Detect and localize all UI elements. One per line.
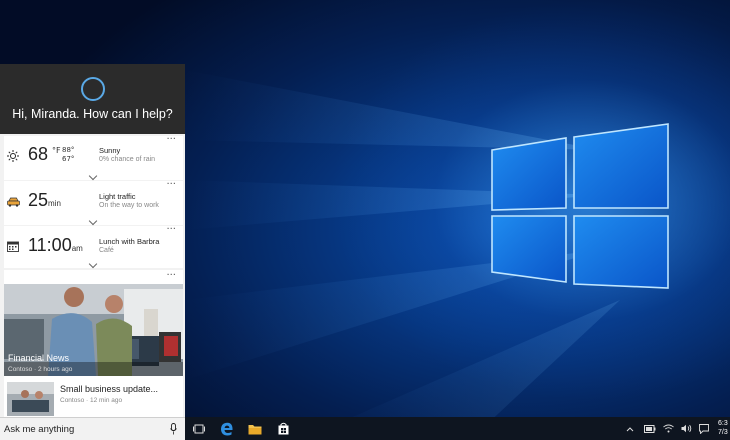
news-item-small-business-title: Small business update... bbox=[60, 384, 159, 394]
edge-icon bbox=[221, 422, 233, 435]
calendar-icon bbox=[7, 241, 19, 252]
traffic-more-button[interactable]: ··· bbox=[166, 180, 176, 190]
traffic-expand-chevron-icon[interactable] bbox=[88, 216, 98, 226]
wifi-icon bbox=[662, 424, 674, 433]
volume-button[interactable] bbox=[678, 417, 694, 440]
file-explorer-button[interactable] bbox=[241, 417, 269, 440]
news-item-financial-meta: Contoso · 2 hours ago bbox=[8, 366, 73, 373]
sun-icon bbox=[7, 150, 19, 162]
clock[interactable]: 6:3 7/3 bbox=[718, 419, 728, 437]
windows-logo-glow bbox=[488, 123, 672, 290]
news-item-small-business-meta: Contoso · 12 min ago bbox=[60, 397, 123, 404]
chevron-up-icon bbox=[626, 426, 634, 431]
cortana-ring-icon bbox=[81, 77, 105, 101]
microphone-icon[interactable] bbox=[170, 423, 177, 435]
task-view-button[interactable] bbox=[185, 417, 213, 440]
volume-icon bbox=[681, 424, 691, 433]
traffic-title: Light traffic bbox=[99, 192, 136, 201]
battery-icon bbox=[644, 424, 656, 433]
traffic-card[interactable]: ··· 25min Light traffic On the way to wo… bbox=[4, 180, 183, 226]
news-item-financial[interactable]: Financial News Contoso · 2 hours ago bbox=[4, 284, 183, 376]
news-card: ··· Financial News Contoso · 2 hours ago bbox=[4, 270, 183, 417]
cortana-header: Hi, Miranda. How can I help? bbox=[0, 64, 185, 134]
weather-detail: 0% chance of rain bbox=[99, 156, 156, 163]
calendar-event-location: Café bbox=[99, 247, 114, 254]
news-more-button[interactable]: ··· bbox=[166, 271, 176, 281]
weather-condition: Sunny bbox=[99, 146, 121, 155]
network-button[interactable] bbox=[660, 417, 676, 440]
clock-date: 7/3 bbox=[718, 429, 728, 436]
news-item-financial-title: Financial News bbox=[8, 353, 70, 363]
weather-high: 88° bbox=[62, 146, 75, 154]
calendar-event-title: Lunch with Barbra bbox=[99, 237, 160, 246]
weather-temperature: 68 bbox=[28, 144, 49, 164]
news-thumbnail-image bbox=[7, 382, 54, 416]
clock-time: 6:3 bbox=[718, 420, 728, 427]
weather-card[interactable]: ··· 68 °F 88° 67° Sunny 0% chance of rai… bbox=[4, 135, 183, 181]
store-button[interactable] bbox=[269, 417, 297, 440]
cortana-panel: Hi, Miranda. How can I help? ··· 68 °F 8… bbox=[0, 64, 185, 417]
task-view-icon bbox=[193, 424, 205, 433]
file-explorer-icon bbox=[248, 424, 262, 434]
weather-low: 67° bbox=[62, 155, 75, 163]
cortana-greeting: Hi, Miranda. How can I help? bbox=[12, 107, 173, 121]
action-center-icon bbox=[699, 423, 709, 434]
calendar-card[interactable]: ··· 11:00am Lunch with Barbra Café bbox=[4, 225, 183, 269]
show-hidden-icons-button[interactable] bbox=[622, 417, 638, 440]
calendar-time: 11:00am bbox=[28, 235, 83, 255]
search-input[interactable] bbox=[4, 421, 164, 437]
battery-button[interactable] bbox=[642, 417, 658, 440]
weather-expand-chevron-icon[interactable] bbox=[88, 171, 98, 181]
cortana-search-box[interactable] bbox=[0, 417, 185, 440]
traffic-minutes: 25min bbox=[28, 190, 61, 210]
action-center-button[interactable] bbox=[696, 417, 712, 440]
taskbar: 6:3 7/3 bbox=[185, 417, 730, 440]
weather-unit: °F bbox=[52, 146, 61, 155]
store-icon bbox=[278, 422, 288, 435]
weather-more-button[interactable]: ··· bbox=[166, 135, 176, 145]
calendar-expand-chevron-icon[interactable] bbox=[88, 259, 98, 269]
calendar-more-button[interactable]: ··· bbox=[166, 225, 176, 235]
edge-button[interactable] bbox=[213, 417, 241, 440]
car-icon bbox=[7, 197, 20, 207]
traffic-detail: On the way to work bbox=[99, 202, 159, 209]
